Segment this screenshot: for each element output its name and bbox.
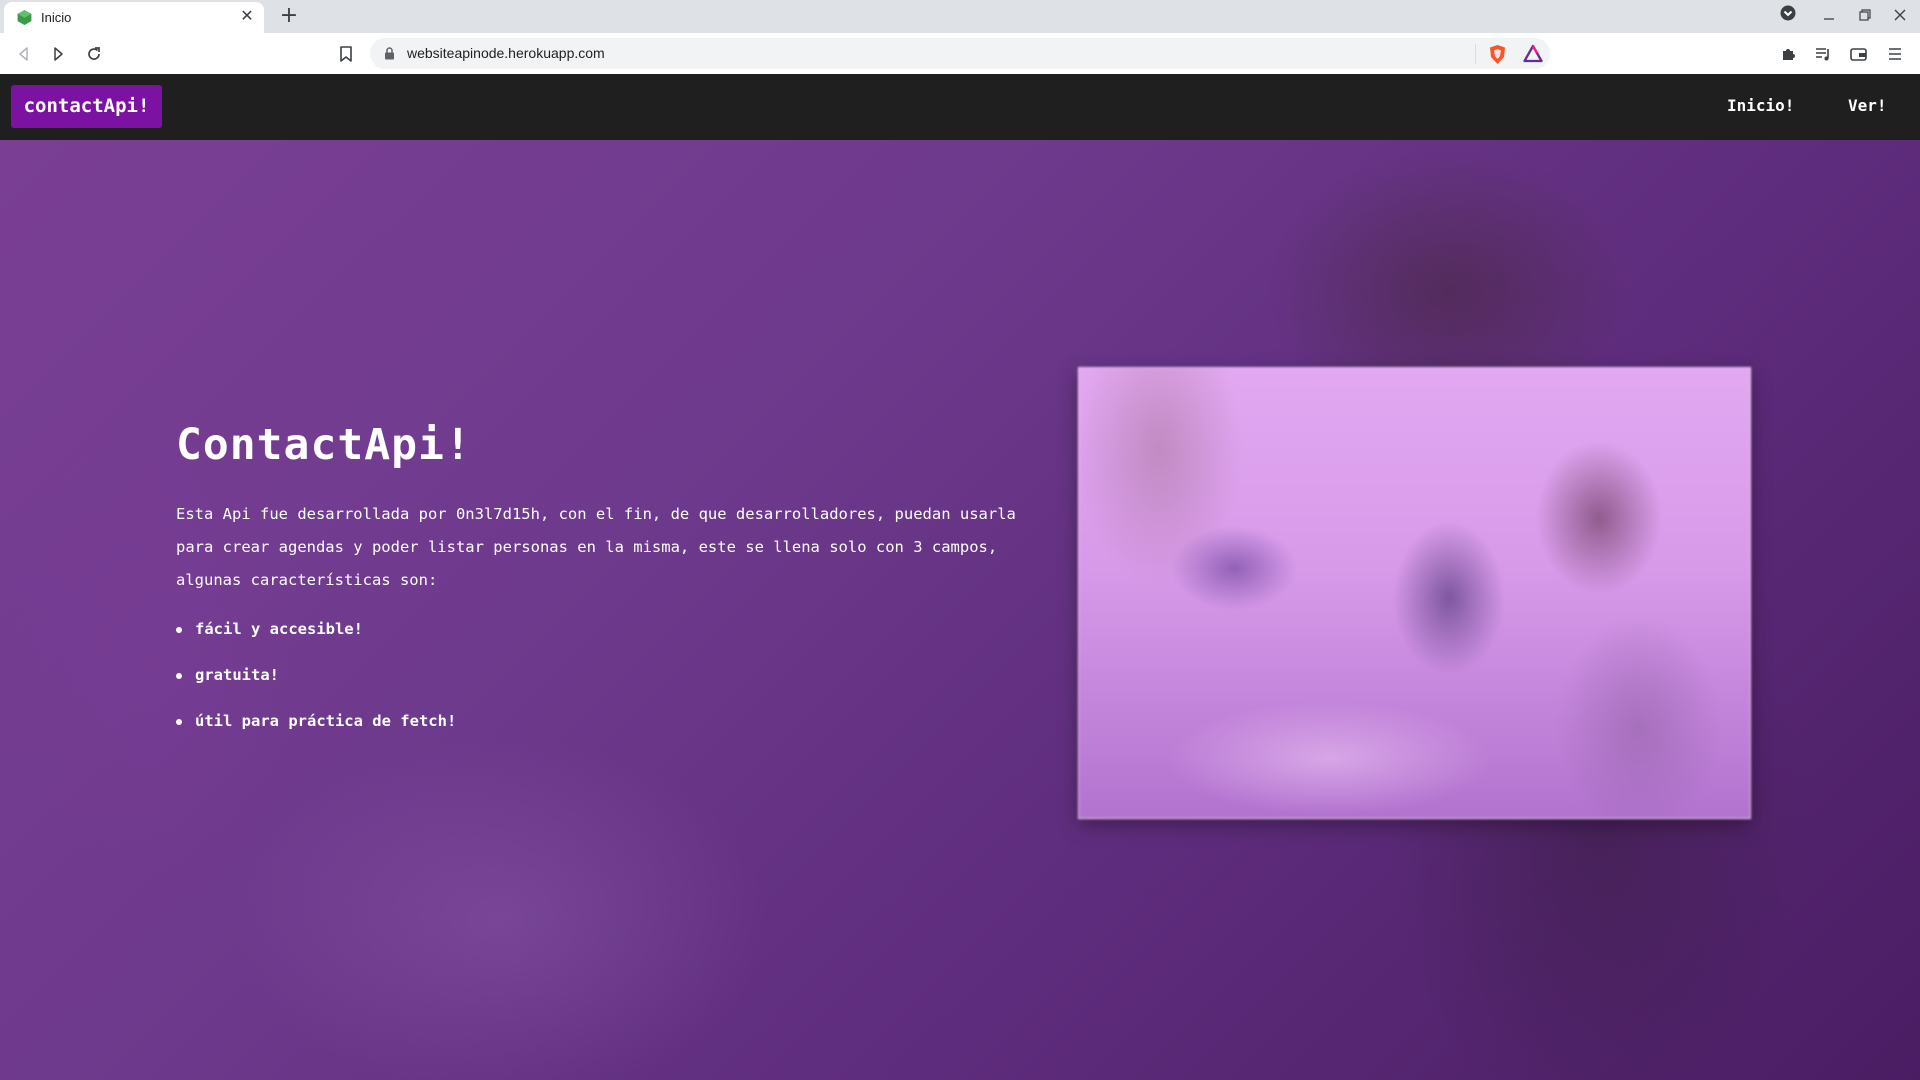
playlist-icon[interactable] (1810, 41, 1836, 67)
feature-text: gratuita! (195, 666, 279, 684)
feature-text: fácil y accesible! (195, 620, 363, 638)
browser-toolbar: websiteapinode.herokuapp.com (0, 33, 1920, 75)
favicon-cube-icon (17, 10, 32, 25)
hero-description: Esta Api fue desarrollada por 0n3l7d15h,… (176, 505, 1016, 589)
extensions-icon[interactable] (1775, 41, 1801, 67)
hero-blurred-image (1078, 367, 1751, 819)
site-navbar: contactApi! Inicio! Ver! (0, 74, 1920, 140)
restore-icon[interactable] (1853, 5, 1877, 27)
minimize-icon[interactable] (1817, 5, 1841, 27)
feature-text: útil para práctica de fetch! (195, 712, 457, 730)
feature-item: gratuita! (176, 664, 456, 710)
lock-icon (385, 47, 394, 60)
bookmark-icon[interactable] (333, 41, 359, 67)
close-icon[interactable]: ✕ (236, 5, 258, 27)
tab-title: Inicio (41, 10, 72, 25)
browser-tab[interactable]: Inicio ✕ (4, 2, 264, 33)
bullet-icon (176, 627, 182, 633)
brand-button[interactable]: contactApi! (11, 85, 162, 128)
feature-item: fácil y accesible! (176, 618, 456, 664)
brave-shield-icon[interactable] (1488, 44, 1507, 65)
url-text: websiteapinode.herokuapp.com (407, 45, 605, 61)
brave-rewards-icon[interactable] (1523, 44, 1543, 63)
web-page: contactApi! Inicio! Ver! ContactApi! Est… (0, 74, 1920, 1080)
menu-icon[interactable] (1882, 41, 1908, 67)
plus-icon[interactable]: + (278, 3, 300, 29)
wallet-icon[interactable] (1845, 41, 1871, 67)
back-icon[interactable] (11, 41, 37, 67)
close-window-icon[interactable] (1888, 5, 1912, 27)
forward-icon[interactable] (45, 41, 71, 67)
omnibox-divider (1475, 44, 1476, 64)
features-list: fácil y accesible! gratuita! útil para p… (176, 618, 456, 756)
tab-strip: Inicio ✕ + (0, 0, 1920, 33)
tab-search-icon[interactable] (1776, 5, 1800, 27)
nav-link-ver[interactable]: Ver! (1848, 96, 1887, 115)
bullet-icon (176, 719, 182, 725)
bullet-icon (176, 673, 182, 679)
feature-item: útil para práctica de fetch! (176, 710, 456, 756)
nav-link-inicio[interactable]: Inicio! (1727, 96, 1794, 115)
address-bar[interactable]: websiteapinode.herokuapp.com (370, 38, 1550, 69)
reload-icon[interactable] (81, 41, 107, 67)
hero-title: ContactApi! (176, 420, 472, 470)
